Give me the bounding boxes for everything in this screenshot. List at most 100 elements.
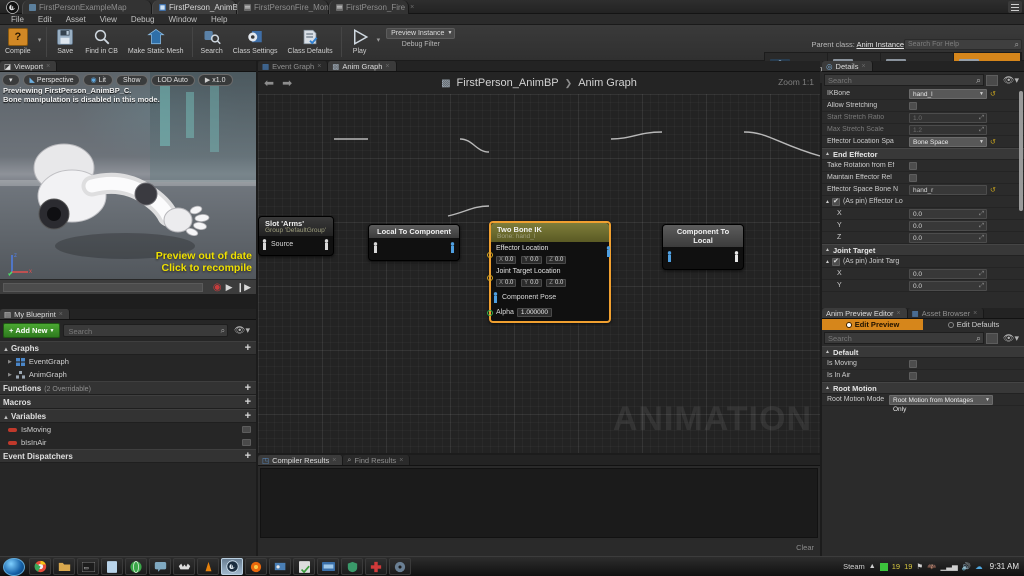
close-icon[interactable]: × [973,310,977,317]
find-in-cb-button[interactable]: Find in CB [80,25,123,61]
node-local-to-component[interactable]: Local To Component [368,224,460,261]
graph-canvas[interactable]: ANIMATION Slot 'Arms' Group 'DefaultGrou… [258,94,820,453]
joint-y-input[interactable]: 0.0 ⤢ [909,280,987,291]
close-icon[interactable]: × [385,63,389,70]
menu-item-help[interactable]: Help [204,14,234,25]
section-functions[interactable]: Functions (2 Overridable) + [0,381,256,395]
viewport-playrate-button[interactable]: ▶ x1.0 [197,74,233,86]
start-button[interactable] [3,557,25,576]
terminal-icon[interactable]: ▭ [77,558,99,575]
window-menu-icon[interactable] [1008,1,1022,13]
details-row-take-rotation-from-effector[interactable]: Take Rotation from Ef [822,160,1024,172]
tab-compiler-results[interactable]: ◳ Compiler Results × [258,455,344,465]
reset-icon[interactable]: ↺ [990,90,996,98]
component-pose-pin-input[interactable] [666,251,673,262]
step-forward-icon[interactable]: ❙▶ [237,282,251,293]
joint-x-input[interactable]: 0.0 ⤢ [909,268,987,279]
viewport-lit-button[interactable]: ◉ Lit [83,74,113,86]
close-icon[interactable]: × [332,457,336,464]
tab-anim-preview-editor[interactable]: Anim Preview Editor × [822,308,908,318]
add-macro-icon[interactable]: + [245,397,251,408]
details-row-ikbone[interactable]: IKBone hand_l ↺ [822,88,1024,100]
close-icon[interactable]: × [410,4,414,11]
chat-icon[interactable] [149,558,171,575]
breadcrumb-root[interactable]: FirstPerson_AnimBP [457,77,559,89]
anim-preview-search-input[interactable]: Search ⌕ [824,332,985,344]
reset-icon[interactable]: ↺ [990,138,996,146]
menu-item-file[interactable]: File [4,14,31,25]
node-slot-arms[interactable]: Slot 'Arms' Group 'DefaultGroup' Source [258,216,334,256]
anim-preview-row-is-moving[interactable]: Is Moving [822,358,1024,370]
details-row-joint-y[interactable]: Y 0.0 ⤢ [822,280,1024,292]
section-event-dispatchers[interactable]: Event Dispatchers + [0,449,256,463]
is-moving-checkbox[interactable] [909,359,917,368]
make-static-mesh-button[interactable]: Make Static Mesh [123,25,189,61]
close-icon[interactable]: × [59,311,63,318]
menu-item-view[interactable]: View [93,14,124,25]
close-icon[interactable]: × [861,63,865,70]
details-scrollbar[interactable] [1019,91,1023,211]
details-row-effector-y[interactable]: Y 0.0 ⤢ [822,220,1024,232]
details-row-allow-stretching[interactable]: Allow Stretching [822,100,1024,112]
component-pose-pin-input[interactable] [492,292,499,303]
tab-anim-graph[interactable]: ▩ Anim Graph × [328,61,397,71]
play-dropdown-caret-icon[interactable]: ▾ [375,36,383,44]
notepad-icon[interactable] [101,558,123,575]
effector-space-bone-name-input[interactable]: hand_r [909,184,987,195]
add-function-icon[interactable]: + [245,383,251,394]
save-button[interactable]: Save [50,25,80,61]
root-motion-mode-select[interactable]: Root Motion from Montages Only [889,394,993,413]
viewport-lod-button[interactable]: LOD Auto [150,74,195,86]
tab-viewport[interactable]: ◪ Viewport × [0,61,58,71]
add-event-dispatcher-icon[interactable]: + [245,451,251,462]
paint-icon[interactable] [269,558,291,575]
details-grid-view-icon[interactable] [986,74,999,86]
chrome-icon[interactable] [29,558,51,575]
anim-preview-grid-icon[interactable] [986,332,999,344]
add-graph-icon[interactable]: + [245,343,251,354]
window-tab-3[interactable]: FirstPerson_Fire × [329,0,414,14]
reset-icon[interactable]: ↺ [990,186,996,194]
volume-icon[interactable]: 🔊 [962,562,971,571]
joint-target-location-pin[interactable] [487,275,493,281]
tab-my-blueprint[interactable]: ▤ My Blueprint × [0,309,70,319]
close-icon[interactable]: × [399,457,403,464]
search-button[interactable]: Search [196,25,228,61]
close-icon[interactable]: × [897,310,901,317]
parent-class-value[interactable]: Anim Instance [856,40,904,49]
details-row-effector-x[interactable]: X 0.0 ⤢ [822,208,1024,220]
details-row-effector-z[interactable]: Z 0.0 ⤢ [822,232,1024,244]
add-new-button[interactable]: + Add New ▼ [3,323,61,338]
play-icon[interactable]: ▶ [226,282,233,293]
anim-preview-row-is-in-air[interactable]: Is In Air [822,370,1024,382]
effector-location-pin[interactable] [487,252,493,258]
section-macros[interactable]: Macros + [0,395,256,409]
details-row-effector-location-space[interactable]: Effector Location Spa Bone Space ↺ [822,136,1024,148]
bat-icon[interactable]: 🦇 [927,562,936,571]
window-tab-0[interactable]: FirstPersonExampleMap [22,0,152,14]
list-item-eventgraph[interactable]: ▶ EventGraph [0,355,256,368]
window-tab-2[interactable]: FirstPersonFire_Montage* × [237,0,356,14]
details-subcategory-as-pin-effector-location[interactable]: ▲ (As pin) Effector Lo [822,196,1024,208]
vlc-icon[interactable] [197,558,219,575]
close-icon[interactable]: × [46,63,50,70]
tray-badge-2[interactable]: 19 [904,562,912,571]
tab-details[interactable]: ◎ Details × [822,61,873,71]
expand-triangle-icon[interactable]: ▶ [8,359,12,365]
network-icon[interactable]: ▁▃▅ [940,562,957,571]
anim-preview-visibility-icon[interactable]: 👁▾ [1000,333,1022,344]
section-variables[interactable]: ▲ Variables + [0,409,256,423]
effector-z-input[interactable]: 0.0 ⤢ [909,232,987,243]
variable-visibility-toggle[interactable] [242,426,251,433]
bat-icon[interactable] [173,558,195,575]
details-row-effector-space-bone-name[interactable]: Effector Space Bone N hand_r ↺ [822,184,1024,196]
media-icon[interactable] [317,558,339,575]
details-row-joint-x[interactable]: X 0.0 ⤢ [822,268,1024,280]
maintain-effector-checkbox[interactable] [909,173,917,182]
edit-defaults-button[interactable]: Edit Defaults [923,319,1024,330]
tray-expand-icon[interactable]: ▲ [869,563,876,570]
details-subcategory-as-pin-joint-target[interactable]: ▲ (As pin) Joint Targ [822,256,1024,268]
clock[interactable]: 9:31 AM [987,562,1019,571]
disc-icon[interactable] [389,558,411,575]
joint-target-z[interactable]: Z 0.0 [546,279,567,287]
